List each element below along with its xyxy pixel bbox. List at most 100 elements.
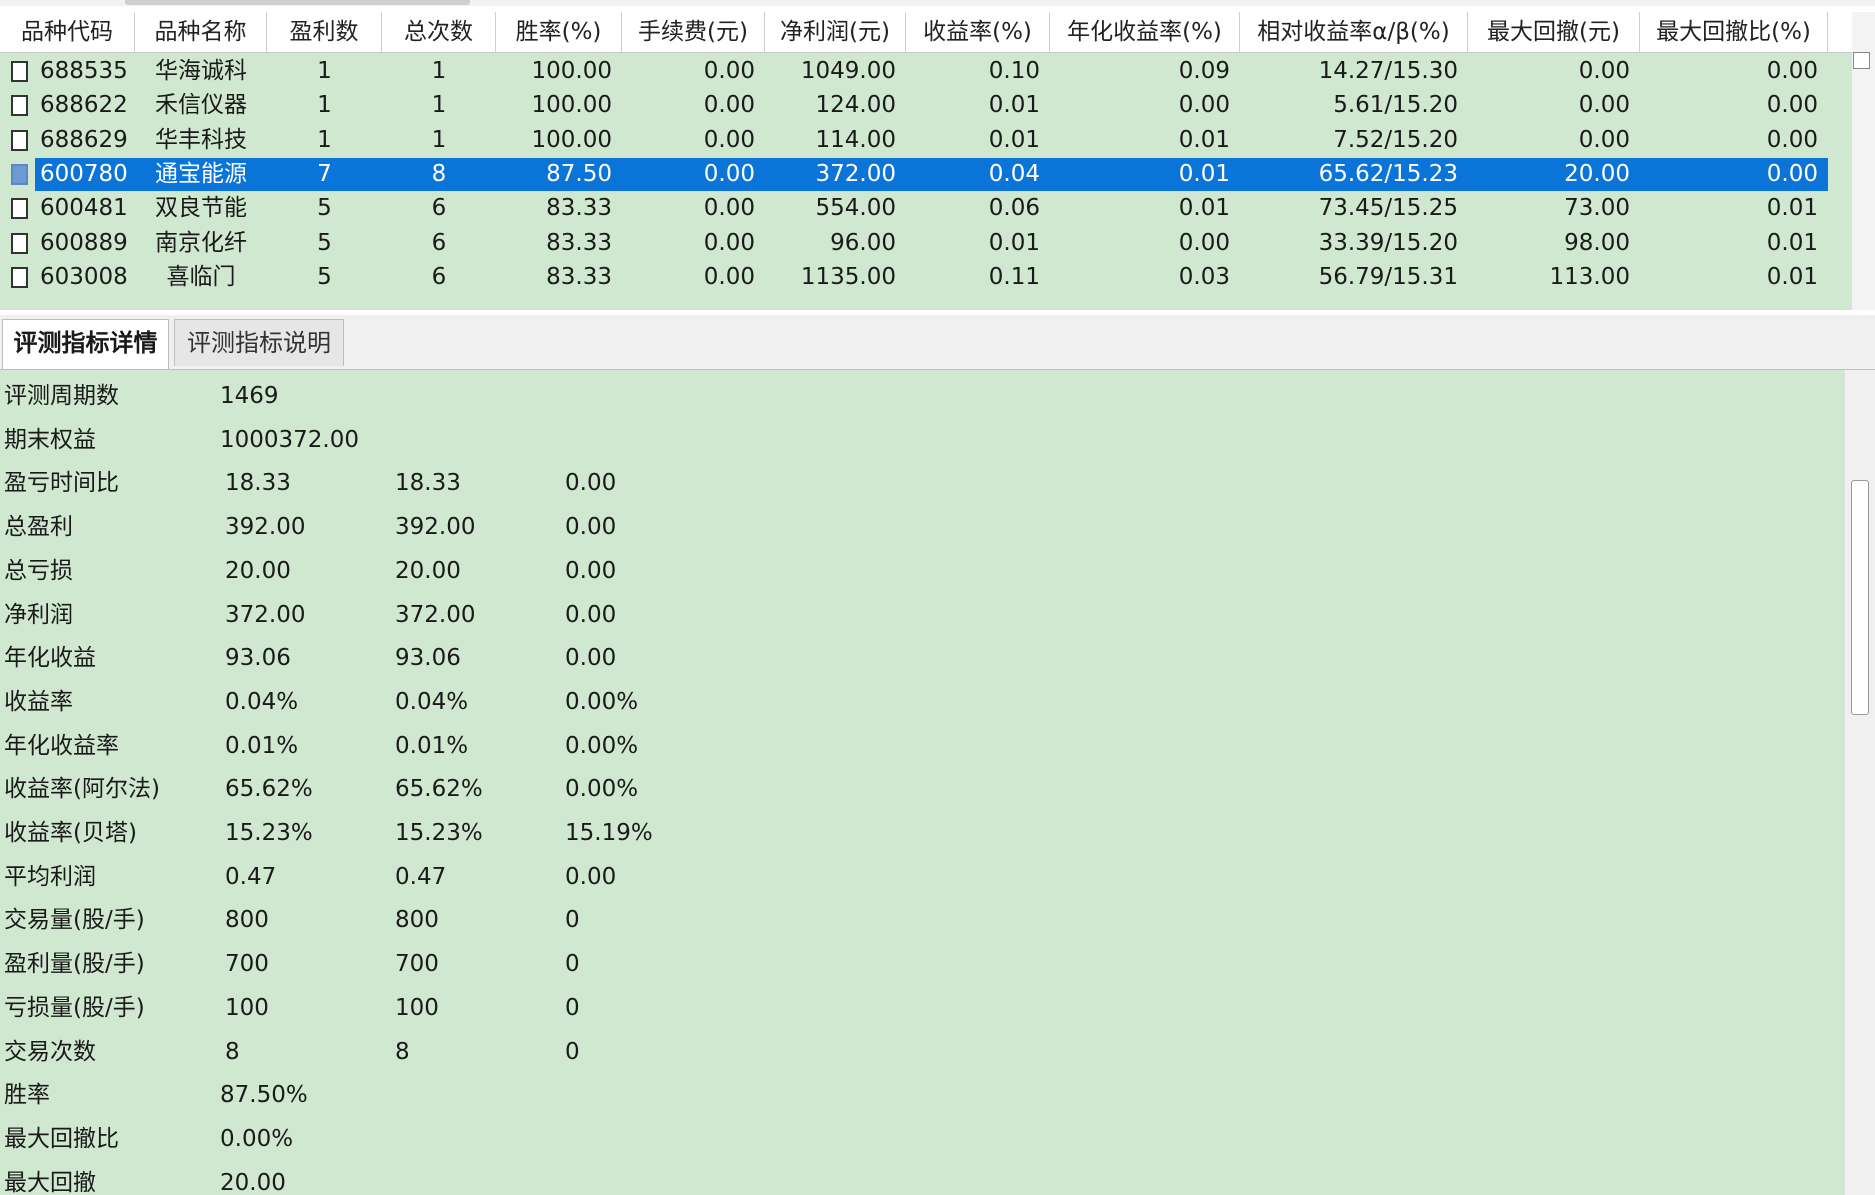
metric-value: 20.00: [395, 557, 461, 584]
metric-row: 盈亏时间比 18.33 18.33 0.00: [0, 461, 1844, 505]
metric-value: 15.23%: [395, 820, 483, 846]
col-return-cell: 0.01: [988, 92, 1040, 119]
col-relative-return-header[interactable]: 相对收益率α/β(%): [1240, 12, 1468, 52]
metric-value: 93.06: [395, 645, 461, 672]
col-max-drawdown-cell: 0.00: [1578, 126, 1630, 153]
col-max-drawdown-cell: 0.00: [1578, 92, 1630, 119]
metric-value: 65.62%: [395, 776, 483, 803]
checkbox-icon[interactable]: [11, 232, 28, 254]
metric-row: 交易次数 8 8 0: [0, 1030, 1844, 1074]
details-scrollbar-thumb[interactable]: [1851, 480, 1869, 715]
tab-metric-explanation[interactable]: 评测指标说明: [174, 319, 344, 366]
col-annual-return-cell: 0.01: [1178, 195, 1230, 222]
col-name-header[interactable]: 品种名称: [135, 12, 267, 52]
col-winrate-cell: 100.00: [531, 58, 612, 84]
metric-value: 372.00: [395, 601, 476, 628]
col-max-drawdown-cell: 113.00: [1549, 263, 1630, 290]
metric-value: 372.00: [225, 601, 306, 628]
metric-value: 93.06: [225, 645, 291, 672]
grid-scrollbar[interactable]: [1852, 12, 1875, 310]
col-net-header[interactable]: 净利润(元): [765, 12, 906, 52]
col-total-header[interactable]: 总次数: [382, 12, 496, 52]
col-max-drawdown-ratio-header[interactable]: 最大回撤比(%): [1640, 12, 1828, 52]
col-code-cell: 600481: [40, 195, 128, 222]
results-grid: 品种代码 品种名称 盈利数 总次数 胜率(%) 手续费(元) 净利润(元) 收益率(%) 年化收…: [0, 12, 1852, 310]
col-net-cell: 554.00: [815, 195, 896, 222]
metric-value: 15.23%: [225, 820, 313, 846]
metric-label: 期末权益: [4, 426, 96, 453]
metric-value: 0.04%: [225, 688, 299, 715]
metric-value: 0.47: [395, 863, 447, 890]
col-name-cell: 通宝能源: [155, 160, 247, 187]
col-fee-header[interactable]: 手续费(元): [622, 12, 765, 52]
splitter-grip[interactable]: [125, 0, 470, 5]
metric-label: 总亏损: [4, 557, 73, 584]
metric-row: 总亏损 20.00 20.00 0.00: [0, 549, 1844, 593]
metric-value: 1000372.00: [220, 426, 360, 453]
col-name-cell: 喜临门: [166, 263, 236, 290]
col-name-cell: 华海诚科: [155, 58, 247, 84]
col-winrate-cell: 83.33: [546, 263, 612, 290]
metric-value: 392.00: [395, 514, 476, 541]
col-winrate-header[interactable]: 胜率(%): [496, 12, 622, 52]
checkbox-icon[interactable]: [11, 163, 28, 185]
col-relative-return-cell: 7.52/15.20: [1333, 126, 1458, 153]
metric-details-panel: 评测周期数 1469 期末权益 1000372.00 盈亏时间比 18.33 18.33 0.…: [0, 370, 1844, 1195]
col-annual-return-header[interactable]: 年化收益率(%): [1050, 12, 1240, 52]
checkbox-icon[interactable]: [11, 129, 28, 151]
col-total-cell: 1: [431, 126, 447, 153]
col-fee-cell: 0.00: [703, 160, 755, 187]
col-fee-cell: 0.00: [703, 263, 755, 290]
metric-value: 0.00%: [220, 1125, 294, 1152]
details-scrollbar[interactable]: [1844, 370, 1875, 1195]
metric-row: 净利润 372.00 372.00 0.00: [0, 593, 1844, 637]
metric-value: 0: [565, 1038, 580, 1065]
tab-bar: 评测指标详情 评测指标说明: [0, 315, 1875, 370]
checkbox-icon[interactable]: [11, 266, 28, 288]
col-code-cell: 603008: [40, 263, 128, 290]
metric-value: 700: [225, 951, 269, 978]
col-net-cell: 1049.00: [800, 58, 896, 84]
col-relative-return-cell: 33.39/15.20: [1318, 229, 1458, 256]
table-row[interactable]: 688629 华丰科技 1 1 100.00 0.00 114.00 0.01 0.01 7.52…: [0, 124, 1852, 157]
scroll-box-icon[interactable]: [1853, 52, 1870, 69]
col-code-header[interactable]: 品种代码: [0, 12, 135, 52]
metric-row: 最大回撤比 0.00%: [0, 1117, 1844, 1161]
metric-label: 盈利量(股/手): [4, 951, 145, 978]
metric-row: 平均利润 0.47 0.47 0.00: [0, 855, 1844, 899]
col-max-drawdown-ratio-cell: 0.01: [1766, 229, 1818, 256]
col-code-cell: 688622: [40, 92, 128, 119]
metric-value: 8: [395, 1038, 410, 1065]
metric-value: 0.04%: [395, 688, 469, 715]
metric-row: 期末权益 1000372.00: [0, 418, 1844, 462]
col-code-cell: 600889: [40, 229, 128, 256]
metric-label: 交易次数: [4, 1038, 96, 1065]
col-max-drawdown-cell: 20.00: [1564, 160, 1630, 187]
table-row[interactable]: 688535 华海诚科 1 1 100.00 0.00 1049.00 0.10 0.09 14.…: [0, 55, 1852, 88]
col-return-cell: 0.04: [988, 160, 1040, 187]
col-wins-cell: 5: [317, 195, 332, 222]
col-max-drawdown-header[interactable]: 最大回撤(元): [1468, 12, 1640, 52]
col-name-cell: 禾信仪器: [155, 92, 247, 119]
checkbox-icon[interactable]: [11, 61, 28, 82]
table-row[interactable]: 600780 通宝能源 7 8 87.50 0.00 372.00 0.04 0.01 65.62…: [0, 157, 1852, 191]
table-row[interactable]: 603008 喜临门 5 6 83.33 0.00 1135.00 0.11 0.03 56.79…: [0, 261, 1852, 294]
col-wins-cell: 5: [317, 263, 332, 290]
table-row[interactable]: 600889 南京化纤 5 6 83.33 0.00 96.00 0.01 0.00 33.39/…: [0, 227, 1852, 260]
checkbox-icon[interactable]: [11, 95, 28, 117]
col-fee-cell: 0.00: [703, 195, 755, 222]
metric-value: 392.00: [225, 514, 306, 541]
metric-value: 0.47: [225, 863, 277, 890]
metric-label: 收益率: [4, 688, 73, 715]
table-row[interactable]: 600481 双良节能 5 6 83.33 0.00 554.00 0.06 0.01 73.45…: [0, 192, 1852, 225]
col-wins-header[interactable]: 盈利数: [267, 12, 382, 52]
metric-value: 87.50%: [220, 1082, 308, 1109]
col-annual-return-cell: 0.01: [1178, 160, 1230, 187]
table-row[interactable]: 688622 禾信仪器 1 1 100.00 0.00 124.00 0.01 0.00 5.61…: [0, 89, 1852, 122]
col-total-cell: 6: [431, 195, 447, 222]
col-name-cell: 双良节能: [155, 195, 247, 222]
checkbox-icon[interactable]: [11, 198, 28, 220]
tab-metric-details[interactable]: 评测指标详情: [2, 319, 169, 369]
col-return-header[interactable]: 收益率(%): [906, 12, 1050, 52]
metric-value: 800: [225, 907, 269, 934]
